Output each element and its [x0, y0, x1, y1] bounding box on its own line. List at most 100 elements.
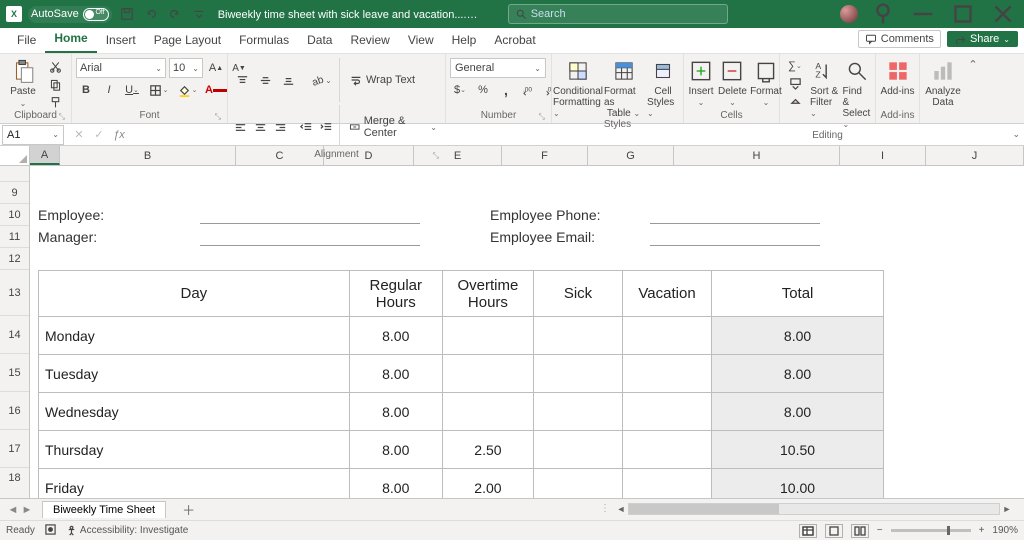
- scroll-right-icon[interactable]: ►: [1000, 502, 1014, 516]
- col-header-J[interactable]: J: [926, 146, 1024, 165]
- border-button[interactable]: ⌄: [145, 81, 171, 99]
- name-box[interactable]: A1⌄: [2, 125, 64, 145]
- page-layout-view-icon[interactable]: [825, 524, 843, 538]
- add-sheet-button[interactable]: ＋: [182, 500, 195, 519]
- page-break-view-icon[interactable]: [851, 524, 869, 538]
- zoom-in-icon[interactable]: +: [979, 525, 985, 536]
- wrap-text-button[interactable]: Wrap Text: [345, 71, 419, 89]
- employee-phone-value[interactable]: [650, 206, 820, 224]
- save-icon[interactable]: [118, 5, 136, 23]
- comma-button[interactable]: ,: [496, 81, 516, 99]
- bold-button[interactable]: B: [76, 81, 96, 99]
- document-title[interactable]: Biweekly time sheet with sick leave and …: [218, 8, 478, 21]
- undo-icon[interactable]: [142, 5, 160, 23]
- cell-sick[interactable]: [533, 317, 622, 355]
- sort-filter-button[interactable]: AZ Sort &Filter ⌄: [810, 58, 839, 119]
- employee-email-value[interactable]: [650, 228, 820, 246]
- enter-formula-icon[interactable]: ✓: [90, 126, 108, 144]
- font-name-select[interactable]: Arial⌄: [76, 58, 166, 78]
- scroll-left-icon[interactable]: ◄: [614, 502, 628, 516]
- tab-home[interactable]: Home: [45, 27, 96, 53]
- align-top-icon[interactable]: [232, 71, 252, 89]
- row-header-15[interactable]: 15: [0, 354, 29, 392]
- insert-cells-button[interactable]: Insert⌄: [688, 58, 714, 108]
- delete-cells-button[interactable]: Delete⌄: [718, 58, 747, 108]
- cell-styles-button[interactable]: CellStyles ⌄: [647, 58, 679, 119]
- share-button[interactable]: Share⌄: [947, 31, 1018, 47]
- row-header-18[interactable]: 18: [0, 468, 29, 488]
- col-header-I[interactable]: I: [840, 146, 926, 165]
- maximize-icon[interactable]: [948, 0, 978, 28]
- format-painter-icon[interactable]: [46, 94, 64, 110]
- normal-view-icon[interactable]: [799, 524, 817, 538]
- increase-decimal-icon[interactable]: .00: [519, 81, 539, 99]
- orientation-icon[interactable]: ab⌄: [308, 71, 334, 89]
- number-format-select[interactable]: General⌄: [450, 58, 546, 78]
- fill-icon[interactable]: [784, 75, 806, 91]
- minimize-icon[interactable]: [908, 0, 938, 28]
- accounting-button[interactable]: $⌄: [450, 81, 470, 99]
- cut-icon[interactable]: [46, 58, 64, 74]
- cell-day[interactable]: Monday: [39, 317, 350, 355]
- row-header-14[interactable]: 14: [0, 316, 29, 354]
- th-sick[interactable]: Sick: [533, 271, 622, 317]
- format-as-table-button[interactable]: Format asTable ⌄: [604, 58, 643, 119]
- row-header-11[interactable]: 11: [0, 226, 29, 248]
- cell-reg[interactable]: 8.00: [349, 317, 442, 355]
- coming-soon-icon[interactable]: [868, 0, 898, 28]
- autosave-toggle[interactable]: AutoSave Off: [28, 6, 112, 23]
- collapse-ribbon-icon[interactable]: ⌃: [966, 54, 980, 123]
- zoom-out-icon[interactable]: −: [877, 525, 883, 536]
- sheet-nav-next-icon[interactable]: ►: [20, 504, 34, 516]
- font-color-button[interactable]: A: [203, 81, 229, 99]
- col-header-B[interactable]: B: [60, 146, 236, 165]
- align-middle-icon[interactable]: [255, 71, 275, 89]
- col-header-G[interactable]: G: [588, 146, 674, 165]
- th-overtime-hours[interactable]: Overtime Hours: [442, 271, 533, 317]
- sheet-nav-prev-icon[interactable]: ◄: [6, 504, 20, 516]
- th-day[interactable]: Day: [39, 271, 350, 317]
- cell-ot[interactable]: [442, 317, 533, 355]
- underline-button[interactable]: U⌄: [122, 81, 142, 99]
- tab-scroll-splitter-icon[interactable]: ⋮: [600, 503, 610, 514]
- horizontal-scrollbar[interactable]: ◄ ►: [614, 502, 1014, 516]
- sheet-tab[interactable]: Biweekly Time Sheet: [42, 501, 166, 518]
- align-left-icon[interactable]: [232, 118, 249, 136]
- tab-file[interactable]: File: [8, 29, 45, 53]
- manager-value[interactable]: [200, 228, 420, 246]
- th-vacation[interactable]: Vacation: [623, 271, 712, 317]
- increase-indent-icon[interactable]: [318, 118, 335, 136]
- italic-button[interactable]: I: [99, 81, 119, 99]
- align-right-icon[interactable]: [272, 118, 289, 136]
- addins-button[interactable]: Add-ins: [880, 58, 915, 97]
- cancel-formula-icon[interactable]: ✕: [70, 126, 88, 144]
- tab-formulas[interactable]: Formulas: [230, 29, 298, 53]
- col-header-F[interactable]: F: [502, 146, 588, 165]
- select-all-button[interactable]: [0, 146, 30, 165]
- copy-icon[interactable]: [46, 76, 64, 92]
- employee-value[interactable]: [200, 206, 420, 224]
- align-center-icon[interactable]: [252, 118, 269, 136]
- search-input[interactable]: Search: [508, 4, 728, 24]
- tab-acrobat[interactable]: Acrobat: [485, 29, 544, 53]
- row-header-12[interactable]: 12: [0, 248, 29, 270]
- tab-data[interactable]: Data: [298, 29, 341, 53]
- paste-button[interactable]: Paste ⌄: [4, 58, 42, 108]
- zoom-slider[interactable]: [891, 529, 971, 532]
- tab-review[interactable]: Review: [341, 29, 398, 53]
- comments-button[interactable]: Comments: [858, 30, 941, 48]
- row-header-9[interactable]: 9: [0, 182, 29, 204]
- decrease-indent-icon[interactable]: [298, 118, 315, 136]
- merge-center-button[interactable]: Merge & Center ⌄: [345, 118, 441, 136]
- align-bottom-icon[interactable]: [278, 71, 298, 89]
- analyze-data-button[interactable]: AnalyzeData: [924, 58, 962, 108]
- font-size-select[interactable]: 10⌄: [169, 58, 203, 78]
- row-header-17[interactable]: 17: [0, 430, 29, 468]
- format-cells-button[interactable]: Format⌄: [751, 58, 781, 108]
- fill-color-button[interactable]: ⌄: [174, 81, 200, 99]
- autosum-icon[interactable]: ∑⌄: [784, 58, 806, 74]
- macro-record-icon[interactable]: [45, 524, 56, 538]
- row-header-10[interactable]: 10: [0, 204, 29, 226]
- close-icon[interactable]: [988, 0, 1018, 28]
- row-header-16[interactable]: 16: [0, 392, 29, 430]
